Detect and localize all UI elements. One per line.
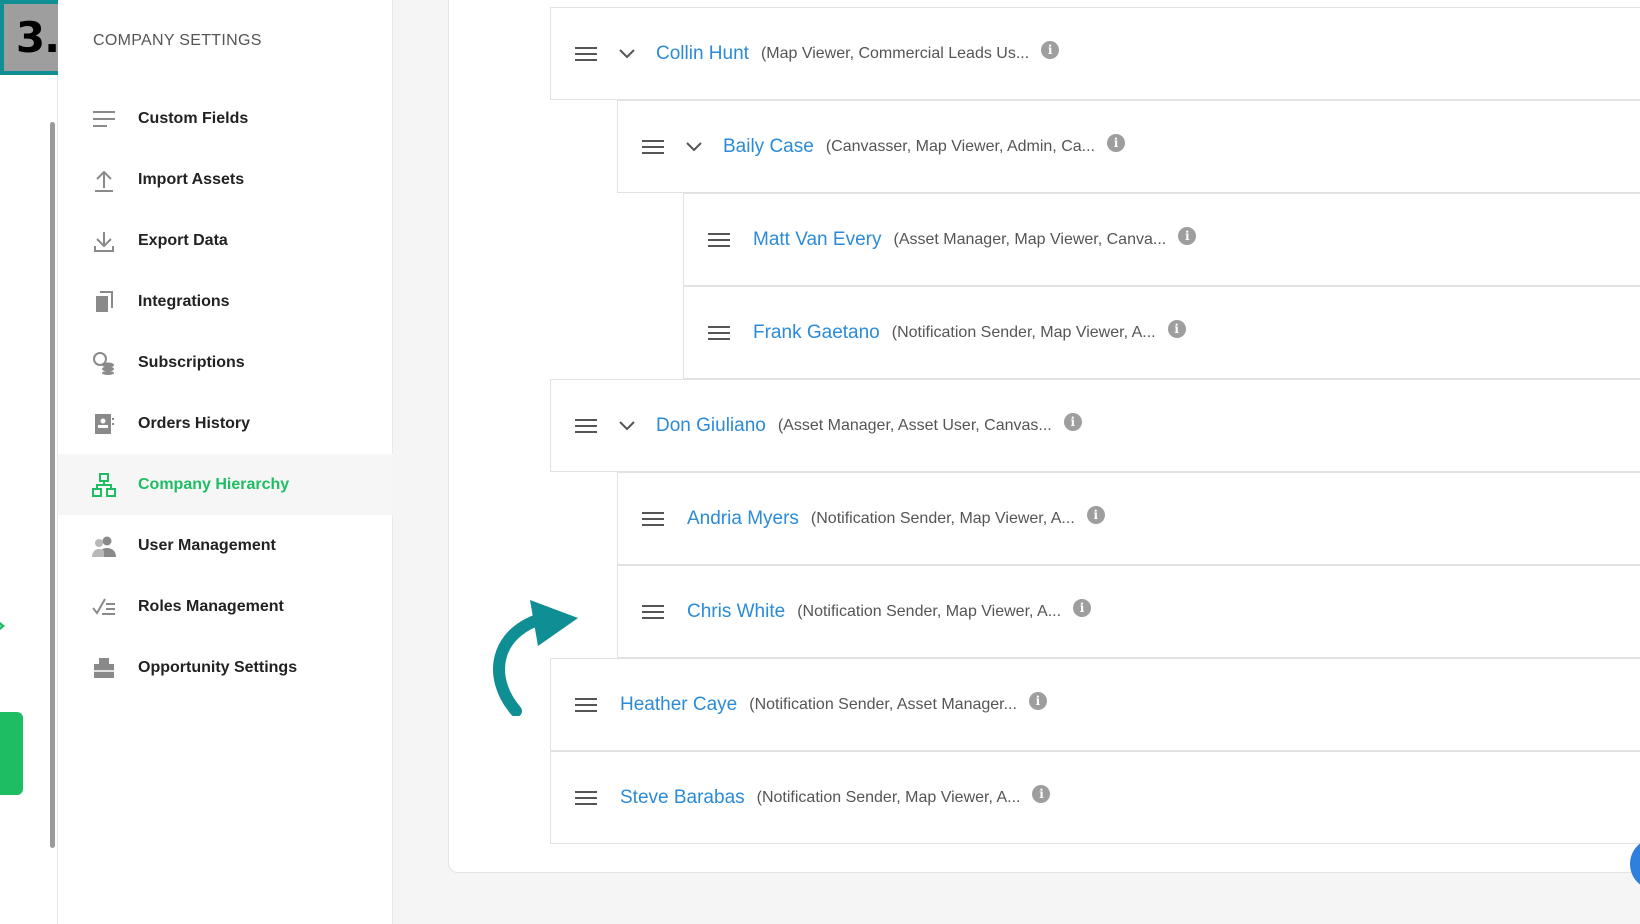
hierarchy-row[interactable]: Chris White (Notification Sender, Map Vie… bbox=[617, 565, 1640, 658]
hierarchy-icon bbox=[92, 472, 116, 497]
sidebar-item-label: Roles Management bbox=[138, 597, 284, 615]
user-name-link[interactable]: Steve Barabas bbox=[620, 787, 745, 809]
drag-handle-icon[interactable] bbox=[641, 604, 665, 620]
sidebar-item-label: User Management bbox=[138, 536, 276, 554]
drag-handle-icon[interactable] bbox=[574, 46, 598, 62]
sidebar-item-import-assets[interactable]: Import Assets bbox=[58, 149, 393, 210]
info-icon[interactable]: i bbox=[1032, 784, 1051, 803]
hierarchy-card: Collin Hunt (Map Viewer, Commercial Leads… bbox=[448, 0, 1640, 873]
hierarchy-row[interactable]: Don Giuliano (Asset Manager, Asset User, … bbox=[550, 379, 1640, 472]
hierarchy-row[interactable]: Steve Barabas (Notification Sender, Map V… bbox=[550, 751, 1640, 844]
user-roles: (Asset Manager, Asset User, Canvas... bbox=[777, 416, 1052, 434]
users-icon bbox=[92, 534, 116, 558]
drag-handle-icon[interactable] bbox=[574, 790, 598, 806]
info-icon[interactable]: i bbox=[1073, 598, 1092, 617]
info-icon[interactable]: i bbox=[1063, 412, 1082, 431]
sidebar-item-orders-history[interactable]: Orders History bbox=[58, 393, 393, 454]
user-name-link[interactable]: Don Giuliano bbox=[656, 415, 766, 437]
sidebar-title: COMPANY SETTINGS bbox=[93, 32, 262, 49]
user-roles: (Notification Sender, Map Viewer, A... bbox=[810, 509, 1075, 527]
user-name-link[interactable]: Matt Van Every bbox=[753, 229, 881, 251]
user-roles: (Canvasser, Map Viewer, Admin, Ca... bbox=[825, 137, 1095, 155]
user-roles: (Notification Sender, Map Viewer, A... bbox=[756, 788, 1021, 806]
upload-icon bbox=[92, 168, 116, 192]
chevron-down-icon[interactable] bbox=[616, 415, 638, 437]
sidebar-item-opportunity-settings[interactable]: Opportunity Settings bbox=[58, 637, 393, 698]
sidebar-item-label: Integrations bbox=[138, 292, 230, 310]
sidebar-item-label: Company Hierarchy bbox=[138, 475, 290, 493]
annotation-arrow-icon bbox=[493, 600, 578, 716]
rail-action-button[interactable] bbox=[0, 712, 23, 795]
chevron-down-icon[interactable] bbox=[616, 43, 638, 65]
hierarchy-row[interactable]: Heather Caye (Notification Sender, Asset … bbox=[550, 658, 1640, 751]
sidebar-item-subscriptions[interactable]: Subscriptions bbox=[58, 332, 393, 393]
user-roles: (Notification Sender, Map Viewer, A... bbox=[797, 602, 1062, 620]
hierarchy-row[interactable]: Collin Hunt (Map Viewer, Commercial Leads… bbox=[550, 7, 1640, 100]
sidebar-item-export-data[interactable]: Export Data bbox=[58, 210, 393, 271]
sidebar-item-label: Export Data bbox=[138, 231, 228, 249]
user-name-link[interactable]: Baily Case bbox=[723, 136, 814, 158]
user-roles: (Map Viewer, Commercial Leads Us... bbox=[760, 44, 1030, 62]
drag-handle-icon[interactable] bbox=[707, 325, 731, 341]
sidebar-item-label: Subscriptions bbox=[138, 353, 245, 371]
receipt-icon bbox=[92, 412, 116, 436]
sidebar-item-label: Import Assets bbox=[138, 170, 245, 188]
sidebar-item-custom-fields[interactable]: Custom Fields bbox=[58, 88, 393, 149]
info-icon[interactable]: i bbox=[1041, 40, 1060, 59]
drag-handle-icon[interactable] bbox=[707, 232, 731, 248]
chevron-down-icon[interactable] bbox=[683, 136, 705, 158]
sidebar-item-user-management[interactable]: User Management bbox=[58, 515, 393, 576]
settings-menu: Custom Fields Import Assets Export Data Int… bbox=[58, 88, 393, 698]
info-icon[interactable]: i bbox=[1106, 133, 1125, 152]
hierarchy-row[interactable]: Frank Gaetano (Notification Sender, Map V… bbox=[683, 286, 1640, 379]
user-name-link[interactable]: Chris White bbox=[687, 601, 785, 623]
pages-icon bbox=[92, 290, 116, 314]
info-icon[interactable]: i bbox=[1028, 691, 1047, 710]
user-name-link[interactable]: Andria Myers bbox=[687, 508, 799, 530]
coins-icon bbox=[92, 351, 116, 375]
sidebar-item-roles-management[interactable]: Roles Management bbox=[58, 576, 393, 637]
hierarchy-row[interactable]: Baily Case (Canvasser, Map Viewer, Admin,… bbox=[617, 100, 1640, 193]
info-icon[interactable]: i bbox=[1086, 505, 1105, 524]
sidebar-item-label: Orders History bbox=[138, 414, 251, 432]
briefcase-icon bbox=[92, 656, 116, 680]
settings-sidebar: COMPANY SETTINGS Custom Fields Import Ass… bbox=[58, 0, 393, 924]
expand-arrow-icon[interactable] bbox=[0, 618, 6, 634]
sidebar-item-label: Opportunity Settings bbox=[138, 658, 298, 676]
user-name-link[interactable]: Frank Gaetano bbox=[753, 322, 880, 344]
drag-handle-icon[interactable] bbox=[641, 139, 665, 155]
info-icon[interactable]: i bbox=[1167, 319, 1186, 338]
sidebar-item-label: Custom Fields bbox=[138, 109, 249, 127]
checklist-icon bbox=[92, 595, 116, 619]
hierarchy-row[interactable]: Matt Van Every (Asset Manager, Map Viewer… bbox=[683, 193, 1640, 286]
user-name-link[interactable]: Heather Caye bbox=[620, 694, 737, 716]
user-roles: (Notification Sender, Asset Manager... bbox=[749, 695, 1017, 713]
user-roles: (Notification Sender, Map Viewer, A... bbox=[891, 323, 1156, 341]
rail-scrollbar[interactable] bbox=[50, 122, 55, 848]
sidebar-item-integrations[interactable]: Integrations bbox=[58, 271, 393, 332]
list-lines-icon bbox=[92, 107, 116, 131]
drag-handle-icon[interactable] bbox=[641, 511, 665, 527]
download-icon bbox=[92, 229, 116, 253]
user-roles: (Asset Manager, Map Viewer, Canva... bbox=[893, 230, 1167, 248]
left-rail bbox=[0, 0, 58, 924]
drag-handle-icon[interactable] bbox=[574, 418, 598, 434]
hierarchy-row[interactable]: Andria Myers (Notification Sender, Map Vi… bbox=[617, 472, 1640, 565]
info-icon[interactable]: i bbox=[1178, 226, 1197, 245]
sidebar-item-company-hierarchy[interactable]: Company Hierarchy bbox=[58, 454, 393, 515]
user-name-link[interactable]: Collin Hunt bbox=[656, 43, 749, 65]
